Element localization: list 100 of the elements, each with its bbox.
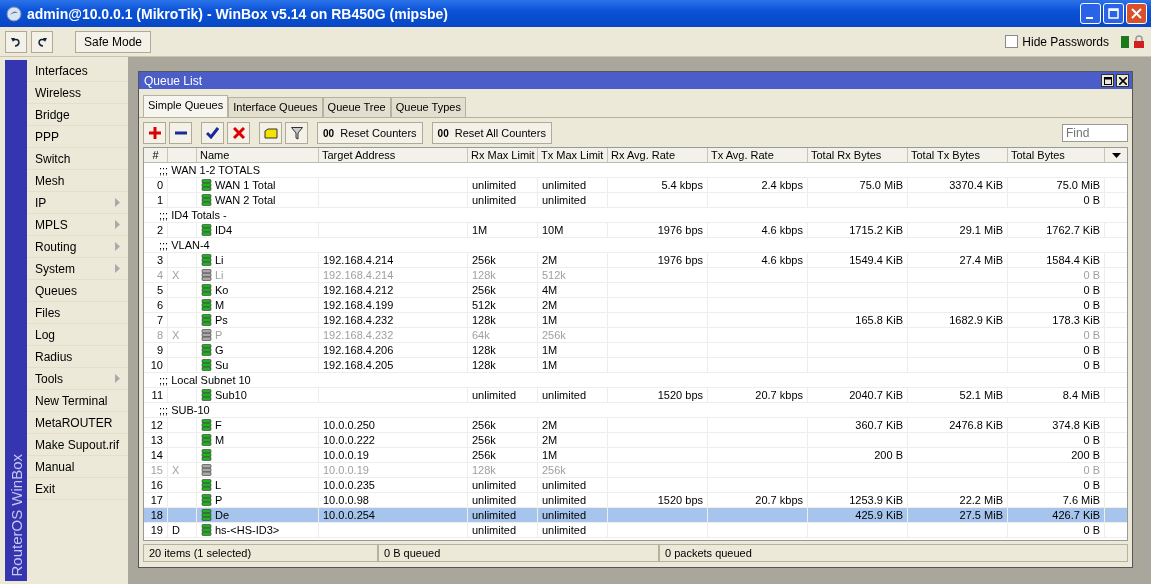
column-header[interactable]: Rx Max Limit (468, 148, 538, 162)
table-cell: unlimited (542, 178, 587, 192)
table-cell: 1520 bps (657, 388, 703, 402)
table-cell: 128k (472, 313, 496, 327)
table-cell: 1976 bps (657, 253, 703, 267)
queue-icon (201, 344, 212, 356)
remove-button[interactable] (169, 122, 192, 144)
table-cell: 256k (472, 418, 496, 432)
queue-row[interactable]: 7 Ps 192.168.4.232 128k 1M 165.8 KiB 1682.9 KiB 178.3 KiB (144, 313, 1127, 328)
table-cell: 192.168.4.206 (323, 343, 394, 357)
table-cell: 22.2 MiB (959, 493, 1003, 507)
table-cell: 1M (542, 313, 558, 327)
queue-name: Ps (215, 313, 228, 327)
table-cell: 1M (542, 358, 558, 372)
queue-icon (201, 299, 212, 311)
column-header[interactable]: Name (197, 148, 319, 162)
queue-row[interactable]: 1 WAN 2 Total unlimited unlimited 0 B (144, 193, 1127, 208)
queue-row[interactable]: 12 F 10.0.0.250 256k 2M 360.7 KiB 2476.8 KiB 374.8 KiB (144, 418, 1127, 433)
queue-name: G (215, 343, 224, 357)
close-button[interactable] (1116, 74, 1129, 87)
table-cell: 425.9 KiB (855, 508, 903, 522)
table-cell: 1549.4 KiB (849, 253, 903, 267)
queue-row[interactable]: 6 M 192.168.4.199 512k 2M 0 B (144, 298, 1127, 313)
filter-button[interactable] (285, 122, 308, 144)
queue-name: ID4 (215, 223, 233, 237)
table-cell: 178.3 KiB (1052, 313, 1100, 327)
table-cell: 0 B (1083, 463, 1100, 477)
queue-row[interactable]: 13 M 10.0.0.222 256k 2M 0 B (144, 433, 1127, 448)
queue-row[interactable]: 2 ID4 1M 10M 1976 bps 4.6 kbps 1715.2 KiB 29.1 MiB 1762.7 KiB (144, 223, 1127, 238)
queue-icon (201, 494, 212, 506)
table-cell: 128k (472, 463, 496, 477)
filter-icon (290, 126, 303, 140)
column-header[interactable]: Total Tx Bytes (908, 148, 1008, 162)
table-cell: 9 (156, 343, 163, 357)
table-cell: unlimited (542, 193, 587, 207)
queue-row[interactable]: 3 Li 192.168.4.214 256k 2M 1976 bps 4.6 kbps 1549.4 KiB 27.4 MiB 1584.4 KiB (144, 253, 1127, 268)
table-cell: 2M (542, 298, 558, 312)
minimize-button[interactable] (1080, 3, 1101, 24)
submenu-arrow-icon (115, 264, 120, 273)
table-cell: 165.8 KiB (855, 313, 903, 327)
find-field[interactable]: Find (1062, 124, 1128, 142)
table-cell: 75.0 MiB (859, 178, 903, 192)
queue-row[interactable]: 11 Sub10 unlimited unlimited 1520 bps 20.7 kbps 2040.7 KiB 52.1 MiB 8.4 MiB (144, 388, 1127, 403)
table-cell: 2 (156, 223, 163, 237)
table-cell: 64k (472, 328, 490, 342)
table-cell: 2M (542, 433, 558, 447)
tab[interactable]: Queue Types (390, 97, 466, 117)
restore-button[interactable] (1101, 74, 1114, 87)
tab[interactable]: Interface Queues (228, 97, 323, 117)
table-cell: 192.168.4.214 (323, 268, 394, 282)
table-cell: 2040.7 KiB (849, 388, 903, 402)
submenu-arrow-icon (115, 198, 120, 207)
column-header[interactable]: Tx Max Limit (538, 148, 608, 162)
column-header[interactable]: # (144, 148, 168, 162)
column-header[interactable]: Tx Avg. Rate (708, 148, 808, 162)
table-cell: unlimited (472, 508, 517, 522)
table-cell: 5.4 kbps (661, 178, 703, 192)
table-cell: 192.168.4.232 (323, 328, 394, 342)
queue-icon (201, 179, 212, 191)
disable-button[interactable] (227, 122, 250, 144)
queue-row[interactable]: 18 De 10.0.0.254 unlimited unlimited 425.9 KiB 27.5 MiB 426.7 KiB (144, 508, 1127, 523)
queue-name: Su (215, 358, 229, 372)
column-header[interactable]: Target Address (319, 148, 468, 162)
safe-mode-button[interactable]: Safe Mode (75, 30, 152, 53)
queue-row[interactable]: 14 10.0.0.19 256k 1M 200 B 200 B (144, 448, 1127, 463)
queue-row[interactable]: 10 Su 192.168.4.205 128k 1M 0 B (144, 358, 1127, 373)
add-button[interactable] (143, 122, 166, 144)
status-text: 20 items (1 selected) (143, 544, 378, 562)
reset-counters-button[interactable]: 00 Reset Counters (317, 122, 423, 144)
table-cell: 7 (156, 313, 163, 327)
tab[interactable]: Queue Tree (322, 97, 391, 117)
queue-icon (201, 464, 212, 476)
table-cell: 1M (542, 343, 558, 357)
enable-button[interactable] (201, 122, 224, 144)
table-cell: 1715.2 KiB (849, 223, 903, 237)
app-logo-icon (6, 5, 22, 22)
tab[interactable]: Simple Queues (143, 95, 229, 117)
queue-name: L (215, 478, 222, 492)
column-header[interactable]: Rx Avg. Rate (608, 148, 708, 162)
table-cell: 360.7 KiB (855, 418, 903, 432)
undo-button[interactable] (5, 30, 27, 53)
table-cell: 52.1 MiB (959, 388, 1003, 402)
queue-row[interactable]: 0 WAN 1 Total unlimited unlimited 5.4 kbps 2.4 kbps 75.0 MiB 3370.4 KiB 75.0 MiB (144, 178, 1127, 193)
queue-row[interactable]: 16 L 10.0.0.235 unlimited unlimited 0 B (144, 478, 1127, 493)
maximize-button[interactable] (1103, 3, 1124, 24)
queue-row[interactable]: 19 D hs-<HS-ID3> unlimited unlimited 0 B (144, 523, 1127, 538)
queue-row[interactable]: 5 Ko 192.168.4.212 256k 4M 0 B (144, 283, 1127, 298)
queue-row[interactable]: 9 G 192.168.4.206 128k 1M 0 B (144, 343, 1127, 358)
comment-row: ;;; VLAN-4 (159, 239, 210, 251)
flag-cell: D (172, 523, 180, 537)
restore-icon (1103, 76, 1112, 85)
table-cell: 10.0.0.254 (323, 508, 375, 522)
column-header[interactable]: Total Rx Bytes (808, 148, 908, 162)
table-cell: 0 B (1083, 283, 1100, 297)
status-indicator-icon (1121, 35, 1129, 48)
reset-counters-button[interactable]: 00 Reset All Counters (431, 122, 552, 144)
hide-passwords-checkbox[interactable] (1005, 35, 1019, 48)
comment-row: ;;; SUB-10 (159, 404, 210, 416)
lock-icon (1133, 35, 1145, 48)
redo-button[interactable] (31, 30, 53, 53)
